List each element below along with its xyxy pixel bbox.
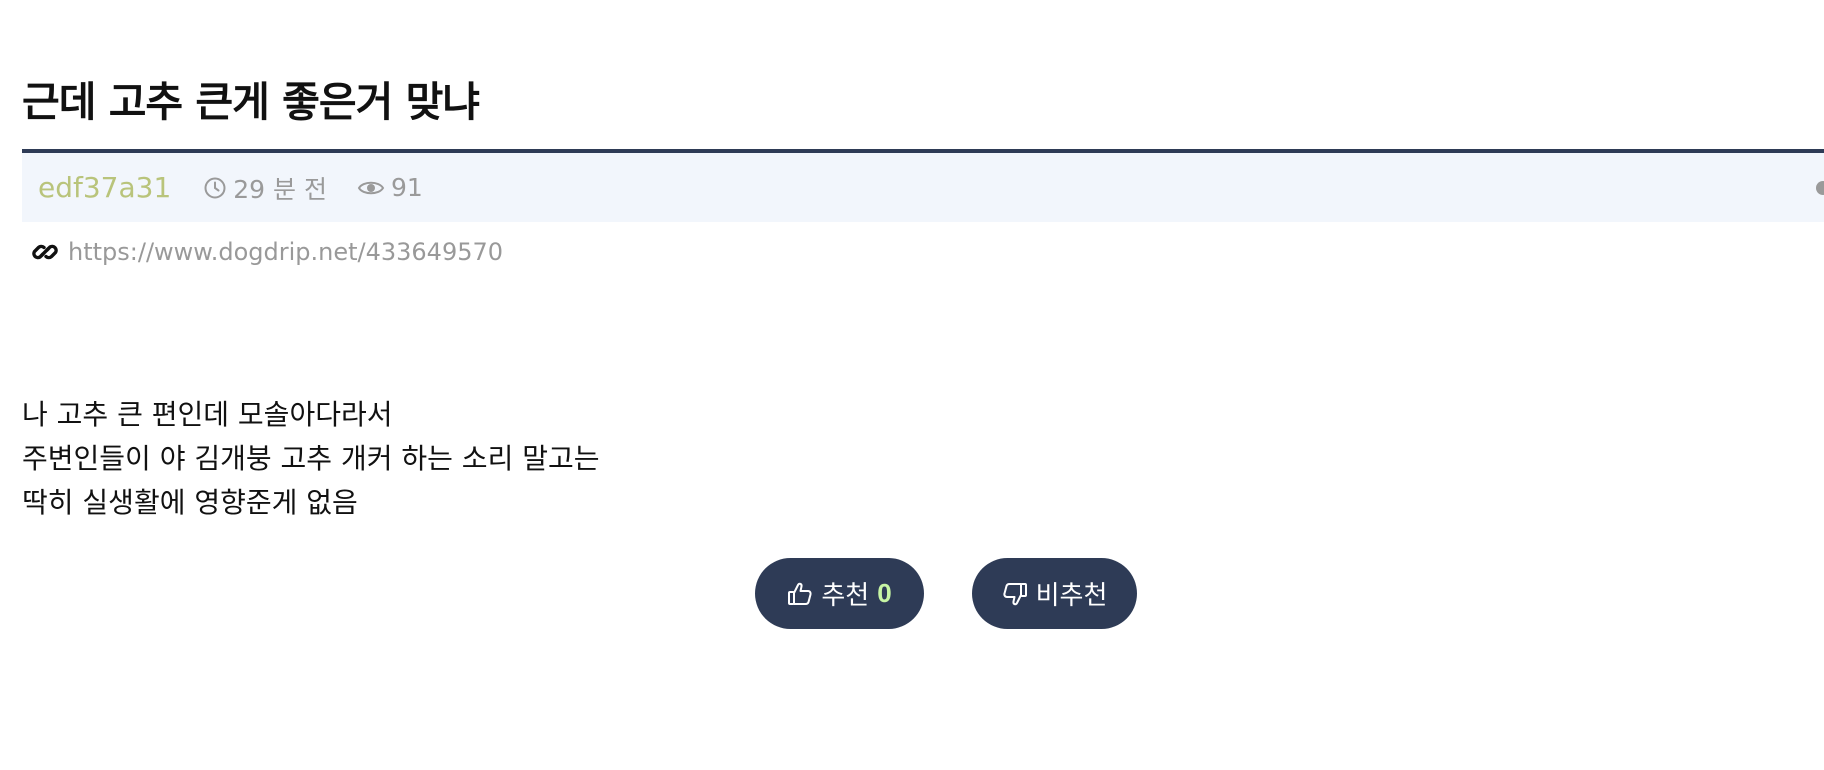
post-meta-bar: edf37a31 29 분 전 91 <box>22 153 1824 222</box>
post-views: 91 <box>357 173 423 202</box>
page-title: 근데 고추 큰게 좋은거 맞냐 <box>22 78 480 126</box>
post-link: https://www.dogdrip.net/433649570 <box>30 237 503 267</box>
eye-icon <box>357 181 385 194</box>
post-url-link[interactable]: https://www.dogdrip.net/433649570 <box>68 238 503 266</box>
content-line: 나 고추 큰 편인데 모솔아다라서 <box>22 398 393 431</box>
post-content: 나 고추 큰 편인데 모솔아다라서 주변인들이 야 김개붕 고추 개커 하는 소… <box>22 393 600 525</box>
upvote-count: 0 <box>877 578 892 608</box>
downvote-label: 비추천 <box>1035 580 1108 610</box>
author-name[interactable]: edf37a31 <box>38 171 171 204</box>
upvote-label: 추천 <box>821 580 870 610</box>
post-views-count: 91 <box>391 173 423 202</box>
thumbs-down-icon <box>1002 582 1027 605</box>
content-line: 주변인들이 야 김개붕 고추 개커 하는 소리 말고는 <box>22 442 600 475</box>
post-time: 29 분 전 <box>203 170 327 206</box>
post-time-text: 29 분 전 <box>233 174 327 204</box>
downvote-button[interactable]: 비추천 <box>972 558 1137 629</box>
post-page: 근데 고추 큰게 좋은거 맞냐 edf37a31 29 분 전 91 https… <box>0 0 1824 770</box>
more-options-dot[interactable] <box>1816 181 1824 195</box>
clock-icon <box>204 177 226 198</box>
link-icon <box>32 244 58 260</box>
content-line: 딱히 실생활에 영향준게 없음 <box>22 486 358 519</box>
upvote-button[interactable]: 추천 0 <box>755 558 924 629</box>
thumbs-up-icon <box>788 582 812 605</box>
